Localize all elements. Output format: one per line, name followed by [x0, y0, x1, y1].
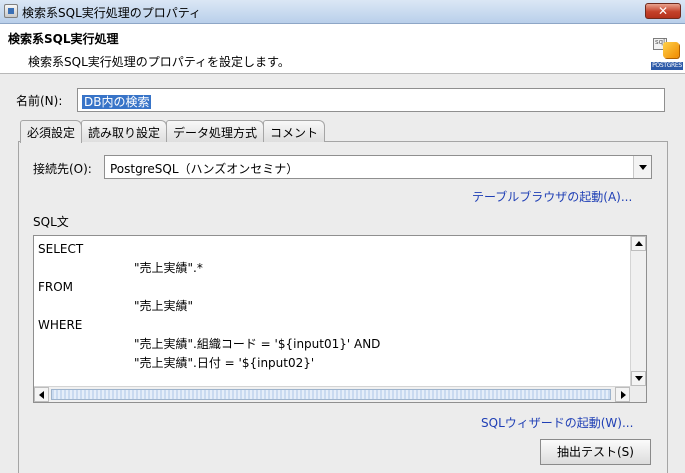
window-title: 検索系SQL実行処理のプロパティ	[22, 6, 202, 20]
connection-label: 接続先(O):	[33, 162, 92, 176]
chevron-down-icon[interactable]	[633, 156, 651, 178]
title-bar: 検索系SQL実行処理のプロパティ ✕	[0, 0, 685, 24]
extract-test-button[interactable]: 抽出テスト(S)	[540, 439, 651, 465]
name-input-value: DB内の検索	[82, 95, 152, 109]
header-description: 検索系SQL実行処理のプロパティを設定します。	[28, 55, 290, 69]
sql-line: WHERE	[38, 318, 83, 332]
sql-line: FROM	[38, 280, 74, 294]
vertical-scrollbar[interactable]	[630, 236, 646, 386]
tab-read-settings[interactable]: 読み取り設定	[81, 120, 168, 142]
sql-line: "売上実績".日付 = '${input02}'	[134, 356, 315, 370]
name-input[interactable]: DB内の検索	[77, 88, 665, 112]
sql-textarea[interactable]: SELECT "売上実績".* FROM "売上実績" WHERE "売上実績".組織コー…	[33, 235, 647, 403]
postgres-logo-icon: POSTGRES	[651, 36, 683, 72]
tab-required-settings[interactable]: 必須設定	[20, 120, 83, 143]
sql-line: "売上実績"	[134, 299, 194, 313]
scroll-down-icon[interactable]	[631, 371, 646, 386]
connection-selected-value: PostgreSQL（ハンズオンセミナ）	[110, 162, 299, 176]
tab-bar: 必須設定 読み取り設定 データ処理方式 コメント	[20, 120, 326, 143]
header-title: 検索系SQL実行処理	[8, 32, 119, 46]
sql-wizard-link[interactable]: SQLウィザードの起動(W)...	[481, 414, 633, 431]
sql-line: SELECT	[38, 242, 84, 256]
logo-text: POSTGRES	[651, 62, 683, 70]
scroll-left-icon[interactable]	[34, 387, 49, 402]
sql-label: SQL文	[33, 215, 69, 229]
sql-line: "売上実績".*	[134, 261, 203, 275]
app-icon	[4, 4, 18, 18]
horizontal-scroll-thumb[interactable]	[51, 389, 611, 400]
name-label: 名前(N):	[16, 94, 63, 108]
table-browser-link[interactable]: テーブルブラウザの起動(A)...	[472, 188, 632, 205]
close-button[interactable]: ✕	[645, 3, 681, 19]
sql-line: "売上実績".組織コード = '${input01}' AND	[134, 337, 381, 351]
horizontal-scrollbar[interactable]	[34, 386, 630, 402]
tab-comment[interactable]: コメント	[263, 120, 326, 142]
scroll-right-icon[interactable]	[615, 387, 630, 402]
sql-text: SELECT "売上実績".* FROM "売上実績" WHERE "売上実績".組織コー…	[38, 240, 380, 373]
tab-data-processing[interactable]: データ処理方式	[166, 120, 265, 142]
connection-select[interactable]: PostgreSQL（ハンズオンセミナ）	[104, 155, 652, 179]
scrollbar-corner	[630, 386, 646, 402]
dialog-header: 検索系SQL実行処理 検索系SQL実行処理のプロパティを設定します。 POSTG…	[0, 24, 685, 74]
scroll-up-icon[interactable]	[631, 236, 646, 251]
